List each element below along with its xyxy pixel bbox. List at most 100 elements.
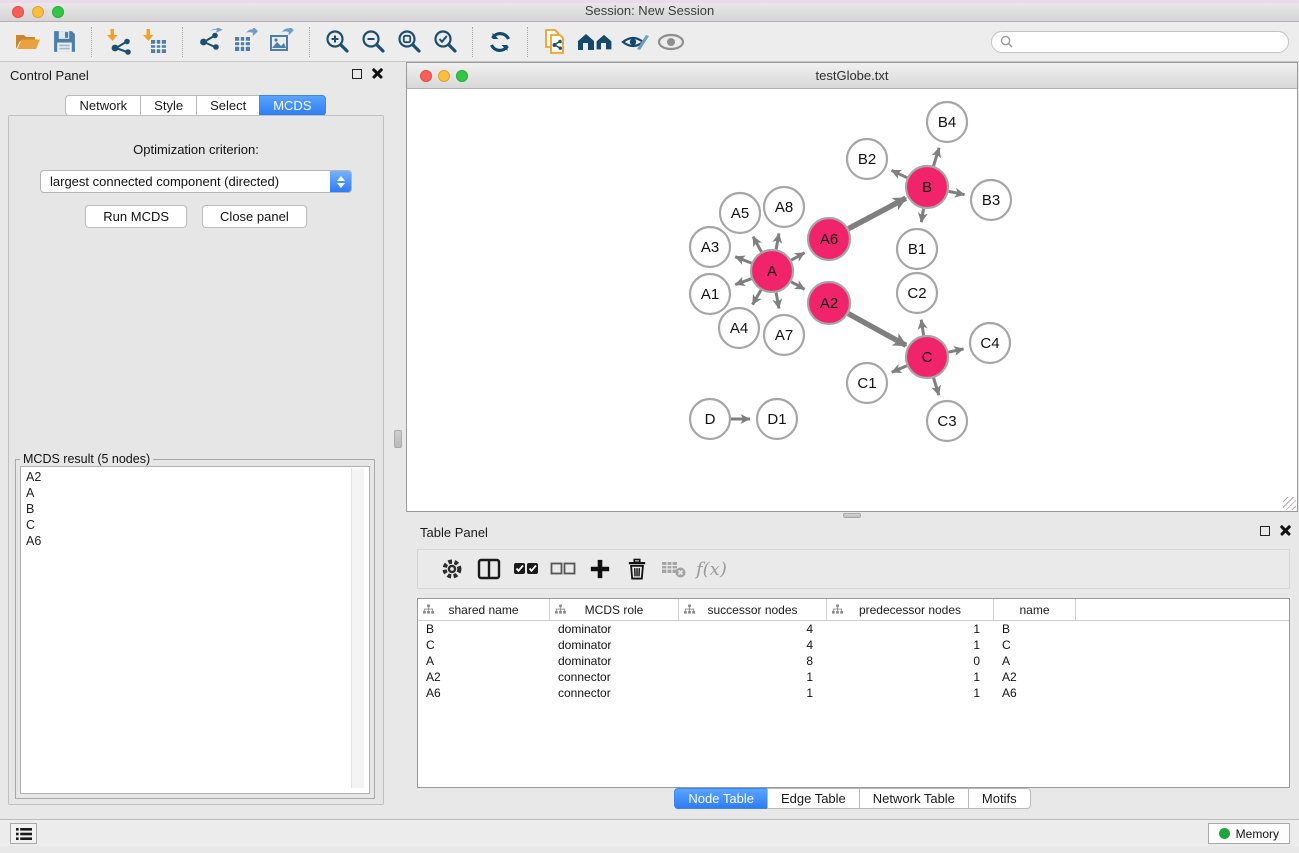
float-panel-icon[interactable] xyxy=(352,69,362,79)
graph-node-A4[interactable]: A4 xyxy=(719,308,759,348)
graph-node-B1[interactable]: B1 xyxy=(897,229,937,269)
refresh-icon[interactable] xyxy=(482,26,518,58)
tab-network[interactable]: Network xyxy=(65,95,141,116)
save-session-icon[interactable] xyxy=(46,26,82,58)
column-panel-icon[interactable] xyxy=(470,553,507,585)
mcds-result-list[interactable]: A2ABCA6 xyxy=(20,466,370,794)
graph-node-C2[interactable]: C2 xyxy=(897,273,937,313)
resize-gripper[interactable] xyxy=(1283,497,1296,510)
import-network-icon[interactable] xyxy=(101,26,137,58)
clone-network-icon[interactable] xyxy=(537,26,573,58)
close-panel-icon[interactable] xyxy=(1280,525,1291,536)
add-column-icon[interactable] xyxy=(581,553,618,585)
graph-edge-A-A8[interactable] xyxy=(776,234,779,250)
column-header-shared-name[interactable]: shared name xyxy=(418,599,550,620)
graph-node-A[interactable]: A xyxy=(751,250,793,292)
graph-node-D1[interactable]: D1 xyxy=(757,399,797,439)
close-panel-button[interactable]: Close panel xyxy=(202,205,307,228)
graph-edge-C-C4[interactable] xyxy=(949,349,964,352)
show-panel-list-button[interactable] xyxy=(10,823,37,844)
settings-gear-icon[interactable] xyxy=(433,553,470,585)
graph-node-A5[interactable]: A5 xyxy=(720,193,760,233)
zoom-selected-icon[interactable] xyxy=(427,26,463,58)
tab-motifs[interactable]: Motifs xyxy=(968,788,1031,809)
result-list-item[interactable]: A xyxy=(26,485,369,501)
graph-edge-C-C3[interactable] xyxy=(934,378,939,395)
network-graph[interactable]: B4 B2 B B3 A5A8A6 B1 A3 A A1 C2 A2 A4A7 C4 C C1 C3 D D1 xyxy=(407,90,1297,512)
delete-table-icon[interactable] xyxy=(655,553,692,585)
tab-edge-table[interactable]: Edge Table xyxy=(767,788,860,809)
graph-edge-A-A1[interactable] xyxy=(735,279,751,285)
column-header-predecessor-nodes[interactable]: predecessor nodes xyxy=(827,599,994,620)
tab-select[interactable]: Select xyxy=(196,95,260,116)
column-header-successor-nodes[interactable]: successor nodes xyxy=(679,599,827,620)
result-list-item[interactable]: A6 xyxy=(26,533,369,549)
graph-edge-C-C2[interactable] xyxy=(921,320,923,336)
select-all-icon[interactable] xyxy=(507,553,544,585)
node-table[interactable]: shared nameMCDS rolesuccessor nodesprede… xyxy=(417,598,1290,788)
graph-edge-B-B3[interactable] xyxy=(949,191,965,194)
graph-node-C1[interactable]: C1 xyxy=(847,363,887,403)
graph-node-A3[interactable]: A3 xyxy=(690,227,730,267)
graph-node-C[interactable]: C xyxy=(906,336,948,378)
graph-edge-A-A2[interactable] xyxy=(791,282,804,290)
tab-mcds[interactable]: MCDS xyxy=(259,95,325,116)
result-list-item[interactable]: B xyxy=(26,501,369,517)
tab-node-table[interactable]: Node Table xyxy=(674,788,768,809)
import-table-icon[interactable] xyxy=(137,26,173,58)
table-row[interactable]: A2connector11A2 xyxy=(418,669,1289,685)
graph-edge-A-A4[interactable] xyxy=(753,290,762,305)
tab-network-table[interactable]: Network Table xyxy=(859,788,969,809)
graph-node-A7[interactable]: A7 xyxy=(764,315,804,355)
graph-node-A2[interactable]: A2 xyxy=(808,282,850,324)
search-box[interactable] xyxy=(991,31,1289,53)
network-canvas[interactable]: B4 B2 B B3 A5A8A6 B1 A3 A A1 C2 A2 A4A7 C4 C C1 C3 D D1 xyxy=(407,90,1297,511)
graph-edge-B-B4[interactable] xyxy=(934,148,940,166)
graph-node-B4[interactable]: B4 xyxy=(927,102,967,142)
network-window-titlebar[interactable]: testGlobe.txt xyxy=(407,63,1297,89)
result-list-item[interactable]: C xyxy=(26,517,369,533)
graph-edge-B-B1[interactable] xyxy=(921,209,923,223)
float-panel-icon[interactable] xyxy=(1260,526,1270,536)
graph-edge-A-A3[interactable] xyxy=(735,257,751,263)
table-row[interactable]: Adominator80A xyxy=(418,653,1289,669)
zoom-fit-icon[interactable] xyxy=(391,26,427,58)
export-table-icon[interactable] xyxy=(228,26,264,58)
zoom-in-icon[interactable] xyxy=(319,26,355,58)
close-panel-icon[interactable] xyxy=(372,68,383,79)
graph-node-D[interactable]: D xyxy=(690,399,730,439)
network-overview-icon[interactable] xyxy=(573,26,617,58)
show-graphics-details-icon[interactable] xyxy=(653,26,689,58)
graph-node-A1[interactable]: A1 xyxy=(690,274,730,314)
zoom-out-icon[interactable] xyxy=(355,26,391,58)
tab-style[interactable]: Style xyxy=(140,95,197,116)
graph-node-B3[interactable]: B3 xyxy=(971,180,1011,220)
scrollbar-track[interactable] xyxy=(351,468,364,788)
graph-edge-A6-B[interactable] xyxy=(848,198,905,229)
graph-edge-B-B2[interactable] xyxy=(892,170,908,177)
graph-edge-A-A5[interactable] xyxy=(753,237,761,252)
criterion-dropdown[interactable]: largest connected component (directed) xyxy=(40,170,352,193)
splitter-handle[interactable] xyxy=(394,430,402,448)
graph-node-B[interactable]: B xyxy=(906,166,948,208)
column-header-MCDS-role[interactable]: MCDS role xyxy=(550,599,679,620)
splitter-handle[interactable] xyxy=(843,513,861,518)
graph-node-C4[interactable]: C4 xyxy=(970,323,1010,363)
export-image-icon[interactable] xyxy=(264,26,300,58)
table-row[interactable]: Cdominator41C xyxy=(418,637,1289,653)
table-row[interactable]: Bdominator41B xyxy=(418,621,1289,637)
result-list-item[interactable]: A2 xyxy=(26,469,369,485)
column-header-name[interactable]: name xyxy=(994,599,1076,620)
graph-node-B2[interactable]: B2 xyxy=(847,139,887,179)
open-file-icon[interactable] xyxy=(10,26,46,58)
search-input[interactable] xyxy=(1018,34,1280,50)
graph-node-A8[interactable]: A8 xyxy=(764,187,804,227)
export-network-icon[interactable] xyxy=(192,26,228,58)
delete-column-icon[interactable] xyxy=(618,553,655,585)
memory-button[interactable]: Memory xyxy=(1208,823,1290,844)
table-row[interactable]: A6connector11A6 xyxy=(418,685,1289,701)
graph-node-C3[interactable]: C3 xyxy=(927,401,967,441)
deselect-all-icon[interactable] xyxy=(544,553,581,585)
graph-node-A6[interactable]: A6 xyxy=(808,218,850,260)
graph-edge-C-C1[interactable] xyxy=(892,366,907,373)
